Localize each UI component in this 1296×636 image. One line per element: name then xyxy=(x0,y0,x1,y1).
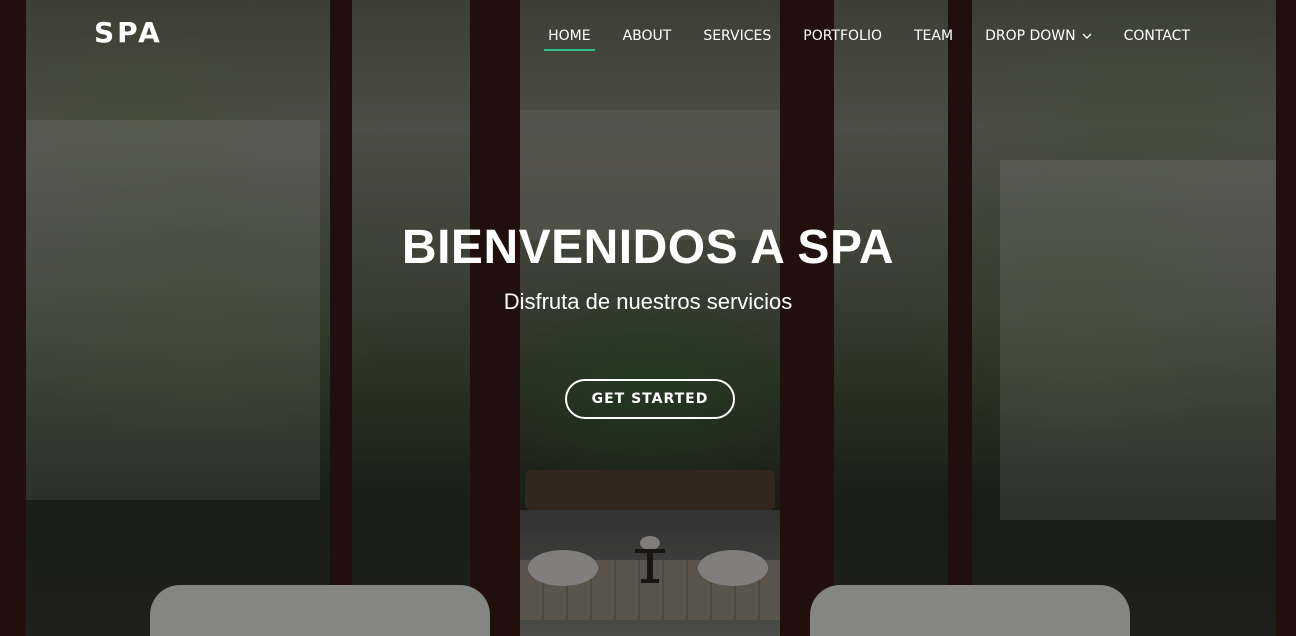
hero-section: SPA HOME ABOUT SERVICES PORTFOLIO TEAM D… xyxy=(0,0,1296,636)
get-started-button[interactable]: GET STARTED xyxy=(565,379,735,419)
nav-item-contact[interactable]: CONTACT xyxy=(1108,0,1206,72)
nav-item-label: TEAM xyxy=(914,28,954,44)
hero-content: BIENVENIDOS A SPA Disfruta de nuestros s… xyxy=(0,220,1296,315)
main-nav: HOME ABOUT SERVICES PORTFOLIO TEAM DROP … xyxy=(532,0,1206,72)
nav-item-home[interactable]: HOME xyxy=(532,0,606,72)
nav-item-about[interactable]: ABOUT xyxy=(607,0,688,72)
nav-item-drop-down[interactable]: DROP DOWN xyxy=(969,0,1108,72)
site-header: SPA HOME ABOUT SERVICES PORTFOLIO TEAM D… xyxy=(0,0,1296,72)
nav-item-team[interactable]: TEAM xyxy=(898,0,969,72)
active-nav-underline xyxy=(544,49,595,51)
hero-subtitle: Disfruta de nuestros servicios xyxy=(503,289,793,314)
nav-item-label: HOME xyxy=(548,28,591,44)
nav-item-label: SERVICES xyxy=(703,28,772,44)
nav-item-services[interactable]: SERVICES xyxy=(687,0,787,72)
hero-title: BIENVENIDOS A SPA xyxy=(401,221,895,274)
nav-item-portfolio[interactable]: PORTFOLIO xyxy=(787,0,898,72)
nav-item-label: ABOUT xyxy=(622,28,672,44)
chevron-down-icon xyxy=(1082,33,1092,39)
nav-item-label: PORTFOLIO xyxy=(803,28,882,44)
site-logo[interactable]: SPA xyxy=(94,16,163,49)
hero-dark-overlay xyxy=(0,0,1296,636)
nav-item-label: CONTACT xyxy=(1123,28,1190,44)
nav-item-label: DROP DOWN xyxy=(985,28,1076,44)
